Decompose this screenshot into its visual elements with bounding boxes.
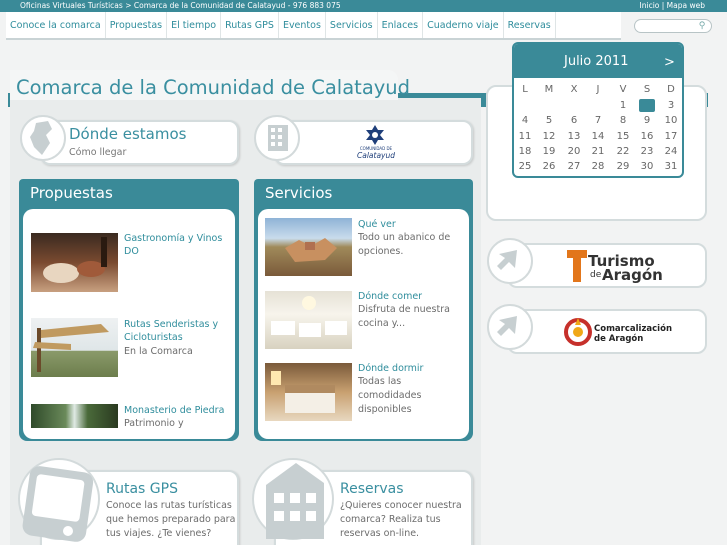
calendar-day[interactable]: 17 [663,130,679,143]
nav-conoce-comarca[interactable]: Conoce la comarca [6,12,106,38]
calendar-day[interactable]: 30 [639,160,655,173]
calendar-day[interactable]: 21 [590,145,606,158]
calendar-day[interactable]: 2 [639,99,655,112]
comarcalizacion-line2: de Aragón [594,334,644,344]
turismo-word2: Aragón [602,266,663,284]
calendar-day[interactable]: 29 [615,160,631,173]
propuestas-panel: Propuestas [19,179,239,441]
reservas-title[interactable]: Reservas [340,481,404,497]
calendar-day[interactable]: 19 [541,145,557,158]
calendar-day[interactable]: 18 [517,145,533,158]
building-icon [254,115,300,161]
calendar-day[interactable]: 31 [663,160,679,173]
calendar-day-header: D [667,84,675,95]
rutas-gps-text: Conoce las rutas turísticas que hemos pr… [106,500,236,539]
calendar-header: Julio 2011 > [514,44,682,78]
propuesta-text-2: Patrimonio y [124,418,184,429]
calendar-day[interactable]: 4 [517,114,533,127]
arrow-icon [487,304,533,350]
rutas-gps-title[interactable]: Rutas GPS [106,481,178,497]
senderismo-image[interactable] [31,318,118,377]
propuesta-title-1[interactable]: Rutas Senderistas y Cicloturistas [124,318,236,344]
calendar-day[interactable]: 12 [541,130,557,143]
propuesta-text-1: En la Comarca [124,346,193,357]
nav-propuestas[interactable]: Propuestas [106,12,168,38]
calendar-day-header: X [570,84,578,95]
calendar-day[interactable]: 28 [590,160,606,173]
calendar-day-header: M [544,84,554,95]
nav-enlaces[interactable]: Enlaces [378,12,424,38]
search-icon[interactable]: ⚲ [694,20,710,32]
calendar-day[interactable]: 9 [639,114,655,127]
nav-servicios[interactable]: Servicios [326,12,378,38]
calendar-day[interactable]: 25 [517,160,533,173]
calendar-day-header: J [596,84,600,95]
propuestas-heading: Propuestas [30,184,113,202]
donde-dormir-image[interactable] [265,363,352,421]
propuesta-title-2[interactable]: Monasterio de Piedra [124,404,236,417]
donde-estamos-sub: Cómo llegar [69,147,127,158]
nav-cuaderno-viaje[interactable]: Cuaderno viaje [423,12,504,38]
turismo-logo-icon [565,248,589,284]
servicio-title-1[interactable]: Dónde comer [358,290,470,303]
reservas-text: ¿Quieres conocer nuestra comarca? Realiz… [340,500,462,539]
servicio-title-0[interactable]: Qué ver [358,218,470,231]
servicio-text-1: Disfruta de nuestra cocina y... [358,304,450,329]
donde-comer-image[interactable] [265,291,352,349]
arrow-icon [487,238,533,284]
calendar-day[interactable]: 3 [663,99,679,112]
comarcalizacion-line1: Comarcalización [594,324,672,334]
calendar-day[interactable]: 1 [615,99,631,112]
gps-device-icon [18,455,100,543]
calendar-day[interactable]: 26 [541,160,557,173]
propuesta-title-0[interactable]: Gastronomía y Vinos DO [124,232,236,258]
servicio-text-0: Todo un abanico de opciones. [358,232,451,257]
calendar-next-button[interactable]: > [664,55,675,70]
calendar-day[interactable]: 11 [517,130,533,143]
servicios-heading: Servicios [265,184,333,202]
servicio-title-2[interactable]: Dónde dormir [358,362,470,375]
que-ver-image[interactable] [265,218,352,276]
top-links[interactable]: Inicio | Mapa web [640,1,705,10]
map-icon [20,115,66,161]
monasterio-image[interactable] [31,404,118,428]
calatayud-logo-icon [364,124,386,146]
calendar-day-header: S [643,84,651,95]
calendar-day[interactable]: 7 [590,114,606,127]
calendar-month: Julio 2011 [564,54,629,69]
hotel-building-icon [252,455,334,543]
breadcrumb: Oficinas Virtuales Turísticas > Comarca … [20,1,341,10]
calendar-day[interactable]: 15 [615,130,631,143]
page-title: Comarca de la Comunidad de Calatayud [16,76,411,99]
comarcalizacion-logo-icon [563,315,593,347]
calendar-day[interactable]: 10 [663,114,679,127]
servicio-text-2: Todas las comodidades disponibles [358,376,422,415]
calendar-day[interactable]: 24 [663,145,679,158]
calendar-day[interactable]: 22 [615,145,631,158]
logo-text: Calatayud [356,151,395,160]
calendar-day[interactable]: 16 [639,130,655,143]
nav-reservas[interactable]: Reservas [504,12,556,38]
calendar-day[interactable]: 20 [566,145,582,158]
calendar-day[interactable]: 8 [615,114,631,127]
nav-eventos[interactable]: Eventos [279,12,326,38]
calendar-day[interactable]: 13 [566,130,582,143]
calendar-day[interactable]: 14 [590,130,606,143]
donde-estamos-title[interactable]: Dónde estamos [69,125,186,143]
calendar-day[interactable]: 23 [639,145,655,158]
turismo-de: de [590,270,602,280]
calendar-day-header: V [619,84,627,95]
main-nav: Conoce la comarca Propuestas El tiempo R… [6,12,621,40]
gastronomia-image[interactable] [31,233,118,292]
nav-rutas-gps[interactable]: Rutas GPS [221,12,279,38]
calendar-day-header: L [522,84,528,95]
calendar-day[interactable]: 5 [541,114,557,127]
top-strip: Oficinas Virtuales Turísticas > Comarca … [0,0,727,12]
calendar-day[interactable]: 27 [566,160,582,173]
nav-el-tiempo[interactable]: El tiempo [167,12,222,38]
calendar: Julio 2011 > L M X J V S D 1 2 3 4 5 6 7 8 9 10 11… [512,42,684,178]
calendar-day[interactable]: 6 [566,114,582,127]
